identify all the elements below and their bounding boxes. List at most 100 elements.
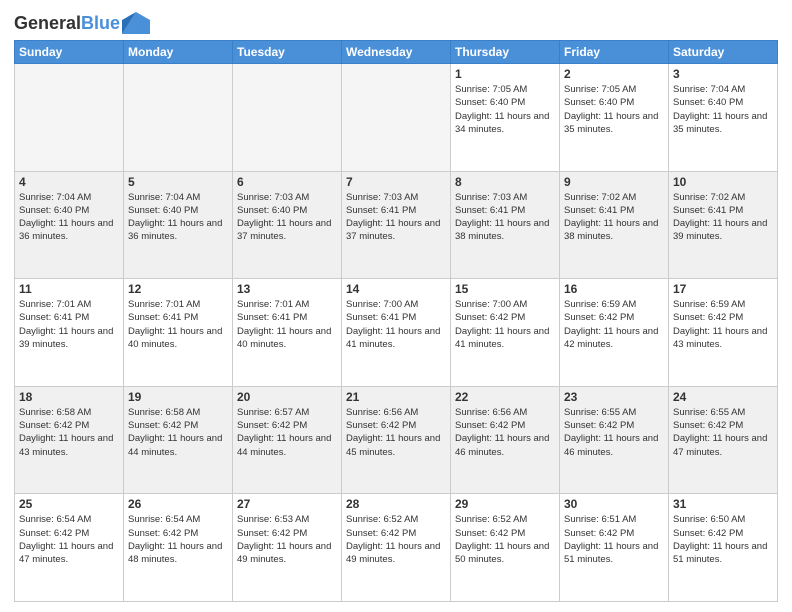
calendar-cell	[342, 64, 451, 172]
page: GeneralBlue SundayMondayTuesdayWednesday…	[0, 0, 792, 612]
calendar-cell: 10 Sunrise: 7:02 AMSunset: 6:41 PMDayligh…	[669, 171, 778, 279]
calendar-cell: 14 Sunrise: 7:00 AMSunset: 6:41 PMDayligh…	[342, 279, 451, 387]
day-number: 7	[346, 175, 446, 189]
weekday-tuesday: Tuesday	[233, 41, 342, 64]
day-info: Sunrise: 7:01 AMSunset: 6:41 PMDaylight:…	[237, 298, 337, 351]
day-number: 18	[19, 390, 119, 404]
calendar-cell: 24 Sunrise: 6:55 AMSunset: 6:42 PMDayligh…	[669, 386, 778, 494]
weekday-header-row: SundayMondayTuesdayWednesdayThursdayFrid…	[15, 41, 778, 64]
day-info: Sunrise: 6:58 AMSunset: 6:42 PMDaylight:…	[19, 406, 119, 459]
day-number: 14	[346, 282, 446, 296]
weekday-sunday: Sunday	[15, 41, 124, 64]
logo-text: GeneralBlue	[14, 14, 120, 34]
calendar-cell	[124, 64, 233, 172]
calendar-cell: 4 Sunrise: 7:04 AMSunset: 6:40 PMDaylight…	[15, 171, 124, 279]
day-number: 4	[19, 175, 119, 189]
calendar-cell: 30 Sunrise: 6:51 AMSunset: 6:42 PMDayligh…	[560, 494, 669, 602]
day-info: Sunrise: 7:05 AMSunset: 6:40 PMDaylight:…	[455, 83, 555, 136]
calendar-cell: 19Sunrise: 6:58 AMSunset: 6:42 PMDayligh…	[124, 386, 233, 494]
day-number: 21	[346, 390, 446, 404]
day-number: 2	[564, 67, 664, 81]
weekday-saturday: Saturday	[669, 41, 778, 64]
day-number: 24	[673, 390, 773, 404]
day-number: 27	[237, 497, 337, 511]
day-number: 8	[455, 175, 555, 189]
day-number: 29	[455, 497, 555, 511]
calendar-cell: 23 Sunrise: 6:55 AMSunset: 6:42 PMDayligh…	[560, 386, 669, 494]
day-info: Sunrise: 7:03 AMSunset: 6:41 PMDaylight:…	[346, 191, 446, 244]
day-number: 19	[128, 390, 228, 404]
day-info: Sunrise: 6:55 AMSunset: 6:42 PMDaylight:…	[673, 406, 773, 459]
calendar-cell: 1Sunrise: 7:05 AMSunset: 6:40 PMDaylight…	[451, 64, 560, 172]
weekday-wednesday: Wednesday	[342, 41, 451, 64]
day-number: 6	[237, 175, 337, 189]
day-info: Sunrise: 6:54 AMSunset: 6:42 PMDaylight:…	[128, 513, 228, 566]
calendar-cell: 13Sunrise: 7:01 AMSunset: 6:41 PMDayligh…	[233, 279, 342, 387]
day-number: 12	[128, 282, 228, 296]
day-info: Sunrise: 6:55 AMSunset: 6:42 PMDaylight:…	[564, 406, 664, 459]
day-number: 22	[455, 390, 555, 404]
day-info: Sunrise: 7:04 AMSunset: 6:40 PMDaylight:…	[128, 191, 228, 244]
day-number: 28	[346, 497, 446, 511]
day-number: 5	[128, 175, 228, 189]
day-info: Sunrise: 7:01 AMSunset: 6:41 PMDaylight:…	[128, 298, 228, 351]
day-number: 23	[564, 390, 664, 404]
calendar-week-1: 1Sunrise: 7:05 AMSunset: 6:40 PMDaylight…	[15, 64, 778, 172]
day-number: 20	[237, 390, 337, 404]
day-info: Sunrise: 7:02 AMSunset: 6:41 PMDaylight:…	[564, 191, 664, 244]
calendar-cell: 22 Sunrise: 6:56 AMSunset: 6:42 PMDayligh…	[451, 386, 560, 494]
logo-blue: Blue	[81, 13, 120, 33]
calendar-week-2: 4 Sunrise: 7:04 AMSunset: 6:40 PMDaylight…	[15, 171, 778, 279]
calendar-cell: 18 Sunrise: 6:58 AMSunset: 6:42 PMDayligh…	[15, 386, 124, 494]
day-info: Sunrise: 6:53 AMSunset: 6:42 PMDaylight:…	[237, 513, 337, 566]
header: GeneralBlue	[14, 10, 778, 34]
calendar-cell: 25 Sunrise: 6:54 AMSunset: 6:42 PMDayligh…	[15, 494, 124, 602]
day-info: Sunrise: 6:57 AMSunset: 6:42 PMDaylight:…	[237, 406, 337, 459]
day-info: Sunrise: 7:02 AMSunset: 6:41 PMDaylight:…	[673, 191, 773, 244]
calendar-cell: 20 Sunrise: 6:57 AMSunset: 6:42 PMDayligh…	[233, 386, 342, 494]
day-info: Sunrise: 7:00 AMSunset: 6:42 PMDaylight:…	[455, 298, 555, 351]
day-info: Sunrise: 6:52 AMSunset: 6:42 PMDaylight:…	[455, 513, 555, 566]
weekday-monday: Monday	[124, 41, 233, 64]
calendar-cell: 27 Sunrise: 6:53 AMSunset: 6:42 PMDayligh…	[233, 494, 342, 602]
calendar-cell: 16 Sunrise: 6:59 AMSunset: 6:42 PMDayligh…	[560, 279, 669, 387]
weekday-friday: Friday	[560, 41, 669, 64]
calendar-cell: 28Sunrise: 6:52 AMSunset: 6:42 PMDayligh…	[342, 494, 451, 602]
calendar-cell	[233, 64, 342, 172]
day-info: Sunrise: 6:56 AMSunset: 6:42 PMDaylight:…	[346, 406, 446, 459]
day-info: Sunrise: 6:59 AMSunset: 6:42 PMDaylight:…	[564, 298, 664, 351]
calendar-cell: 3Sunrise: 7:04 AMSunset: 6:40 PMDaylight…	[669, 64, 778, 172]
day-number: 16	[564, 282, 664, 296]
logo: GeneralBlue	[14, 14, 150, 34]
day-info: Sunrise: 7:03 AMSunset: 6:40 PMDaylight:…	[237, 191, 337, 244]
calendar-cell	[15, 64, 124, 172]
calendar-week-3: 11 Sunrise: 7:01 AMSunset: 6:41 PMDayligh…	[15, 279, 778, 387]
calendar-cell: 17 Sunrise: 6:59 AMSunset: 6:42 PMDayligh…	[669, 279, 778, 387]
day-info: Sunrise: 6:59 AMSunset: 6:42 PMDaylight:…	[673, 298, 773, 351]
calendar-cell: 2Sunrise: 7:05 AMSunset: 6:40 PMDaylight…	[560, 64, 669, 172]
calendar-week-5: 25 Sunrise: 6:54 AMSunset: 6:42 PMDayligh…	[15, 494, 778, 602]
day-number: 11	[19, 282, 119, 296]
logo-icon	[122, 12, 150, 34]
calendar-cell: 29 Sunrise: 6:52 AMSunset: 6:42 PMDayligh…	[451, 494, 560, 602]
day-info: Sunrise: 7:04 AMSunset: 6:40 PMDaylight:…	[19, 191, 119, 244]
day-number: 25	[19, 497, 119, 511]
day-number: 10	[673, 175, 773, 189]
calendar-cell: 7 Sunrise: 7:03 AMSunset: 6:41 PMDaylight…	[342, 171, 451, 279]
calendar-cell: 9Sunrise: 7:02 AMSunset: 6:41 PMDaylight…	[560, 171, 669, 279]
calendar-cell: 5 Sunrise: 7:04 AMSunset: 6:40 PMDaylight…	[124, 171, 233, 279]
calendar-cell: 6 Sunrise: 7:03 AMSunset: 6:40 PMDaylight…	[233, 171, 342, 279]
day-info: Sunrise: 7:03 AMSunset: 6:41 PMDaylight:…	[455, 191, 555, 244]
day-info: Sunrise: 7:00 AMSunset: 6:41 PMDaylight:…	[346, 298, 446, 351]
calendar-cell: 15Sunrise: 7:00 AMSunset: 6:42 PMDayligh…	[451, 279, 560, 387]
day-number: 30	[564, 497, 664, 511]
calendar-week-4: 18 Sunrise: 6:58 AMSunset: 6:42 PMDayligh…	[15, 386, 778, 494]
weekday-thursday: Thursday	[451, 41, 560, 64]
day-info: Sunrise: 7:04 AMSunset: 6:40 PMDaylight:…	[673, 83, 773, 136]
day-info: Sunrise: 6:56 AMSunset: 6:42 PMDaylight:…	[455, 406, 555, 459]
day-info: Sunrise: 6:54 AMSunset: 6:42 PMDaylight:…	[19, 513, 119, 566]
day-number: 17	[673, 282, 773, 296]
day-info: Sunrise: 7:01 AMSunset: 6:41 PMDaylight:…	[19, 298, 119, 351]
day-info: Sunrise: 6:51 AMSunset: 6:42 PMDaylight:…	[564, 513, 664, 566]
calendar-cell: 12 Sunrise: 7:01 AMSunset: 6:41 PMDayligh…	[124, 279, 233, 387]
